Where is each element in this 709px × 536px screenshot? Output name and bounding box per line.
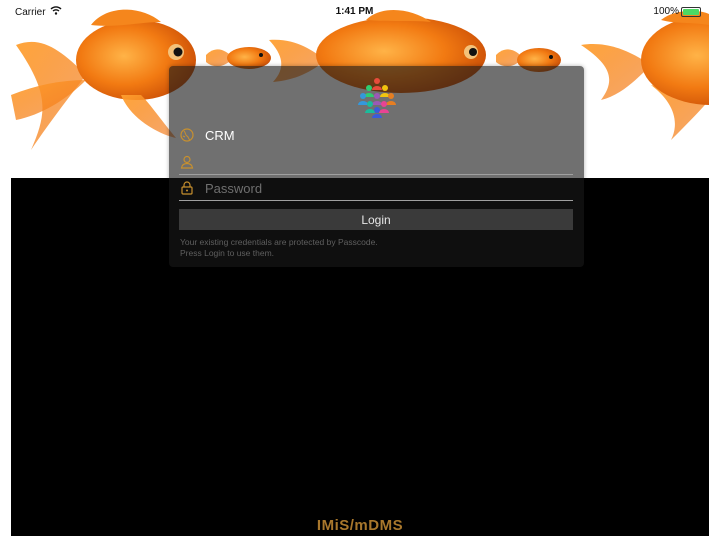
globe-icon xyxy=(179,127,195,143)
status-time: 1:41 PM xyxy=(335,6,374,17)
people-group-logo-icon xyxy=(357,78,396,118)
battery-percent: 100% xyxy=(653,6,679,17)
passcode-note-line2: Press Login to use them. xyxy=(180,248,275,258)
goldfish-5 xyxy=(581,10,709,140)
footer-brand-logo: IMiS/mDMS xyxy=(316,517,404,534)
server-selector[interactable]: CRM xyxy=(179,123,573,147)
battery-icon xyxy=(681,6,701,17)
app-logo xyxy=(169,76,584,118)
username-field[interactable] xyxy=(205,154,573,170)
status-right: 100% xyxy=(653,6,701,17)
status-bar: Carrier 1:41 PM 100% xyxy=(0,0,709,20)
passcode-note: Your existing credentials are protected … xyxy=(180,237,573,259)
password-field[interactable] xyxy=(205,180,573,196)
login-button[interactable]: Login xyxy=(179,209,573,230)
lock-icon xyxy=(179,180,195,196)
password-row xyxy=(179,176,573,201)
login-panel: CRM Login Your existing credentials are … xyxy=(169,66,584,267)
user-icon xyxy=(179,154,195,170)
username-row xyxy=(179,150,573,175)
app-screen: CRM Login Your existing credentials are … xyxy=(11,0,709,536)
passcode-note-line1: Your existing credentials are protected … xyxy=(180,237,378,247)
server-name: CRM xyxy=(205,127,235,143)
